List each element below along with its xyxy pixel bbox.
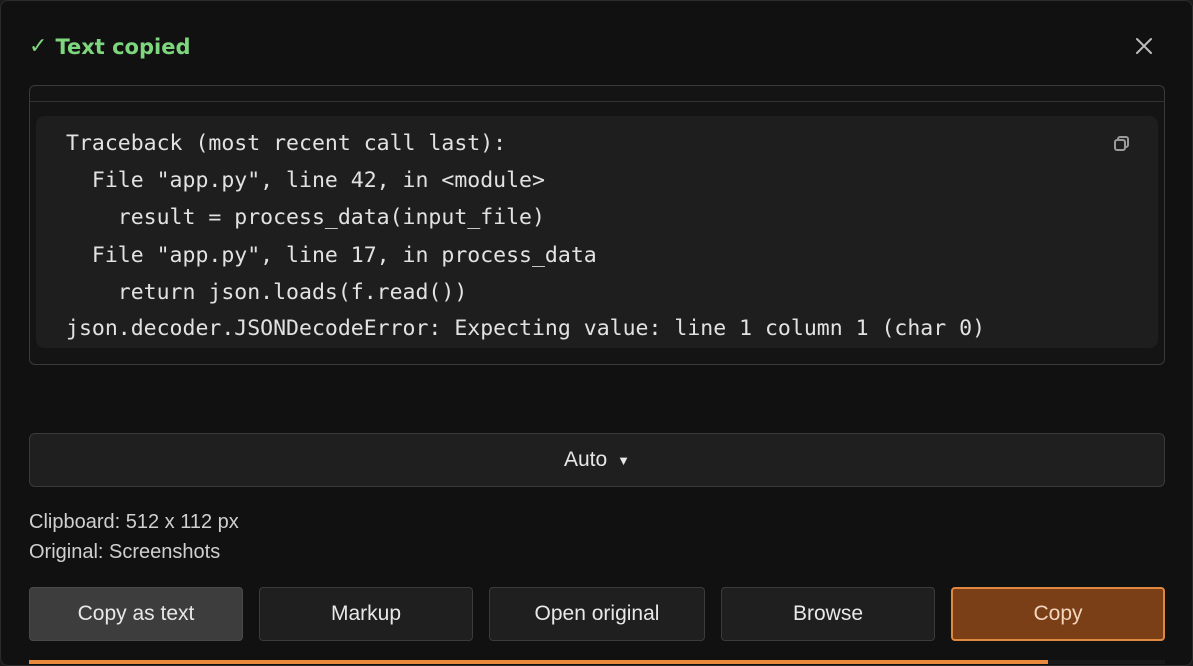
language-select[interactable]: Auto ▼ xyxy=(29,433,1165,487)
code-screenshot: Traceback (most recent call last): File … xyxy=(36,116,1158,348)
clipboard-info: Clipboard: 512 x 112 px xyxy=(29,511,239,533)
status-text: Text copied xyxy=(55,35,191,59)
browse-button[interactable]: Browse xyxy=(721,587,935,641)
check-icon: ✓ xyxy=(29,34,48,59)
copy-icon xyxy=(1114,136,1129,151)
code-line: result = process_data(input_file) xyxy=(66,205,545,230)
progress-fill xyxy=(29,660,1048,664)
code-line: File "app.py", line 17, in process_data xyxy=(66,243,597,268)
code-line: json.decoder.JSONDecodeError: Expecting … xyxy=(66,316,986,341)
copy-button[interactable]: Copy xyxy=(951,587,1165,641)
code-line: Traceback (most recent call last): xyxy=(66,131,507,156)
copy-as-text-button[interactable]: Copy as text xyxy=(29,587,243,641)
copied-text-dialog: ✓ Text copied Traceback (most recent cal… xyxy=(0,0,1193,666)
language-select-value: Auto xyxy=(563,448,608,471)
markup-button[interactable]: Markup xyxy=(259,587,473,641)
preview-divider xyxy=(30,101,1164,102)
close-button[interactable] xyxy=(1129,31,1159,61)
progress-bar xyxy=(29,660,1165,664)
code-line: return json.loads(f.read()) xyxy=(66,280,468,305)
status-header: ✓ Text copied xyxy=(29,32,191,62)
close-icon xyxy=(1136,38,1152,54)
open-original-button[interactable]: Open original xyxy=(489,587,705,641)
image-preview: Traceback (most recent call last): File … xyxy=(29,85,1165,365)
original-info: Original: Screenshots xyxy=(29,541,221,563)
code-line: File "app.py", line 42, in <module> xyxy=(66,168,545,193)
chevron-down-icon: ▼ xyxy=(617,452,631,468)
